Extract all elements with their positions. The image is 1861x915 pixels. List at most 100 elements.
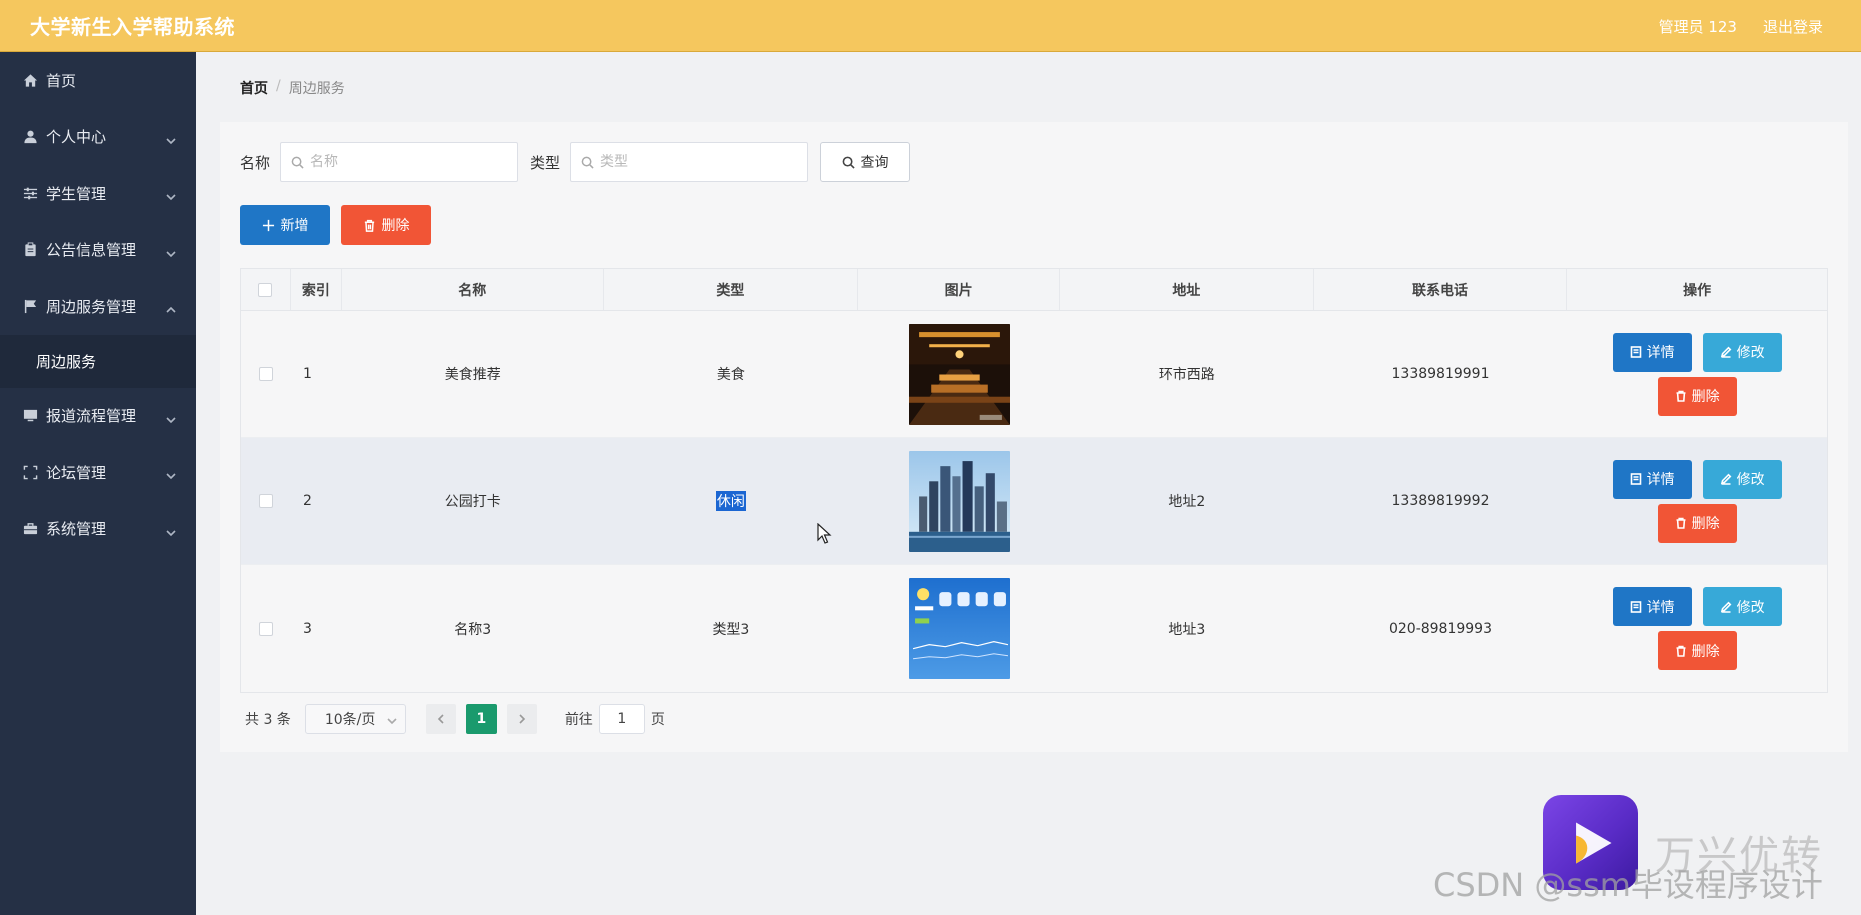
sidebar-item-label: 首页: [46, 71, 77, 90]
row-delete-button[interactable]: 删除: [1657, 376, 1737, 416]
row-type: 休闲: [715, 491, 746, 511]
breadcrumb-home[interactable]: 首页: [240, 78, 268, 98]
type-search-input[interactable]: [600, 154, 791, 170]
chevron-down-icon: [166, 411, 176, 423]
row-phone: 13389819992: [1391, 493, 1490, 509]
home-icon: [22, 72, 38, 88]
page-unit-label: 页: [650, 712, 665, 728]
toolbox-icon: [22, 521, 38, 537]
name-search-input[interactable]: [310, 154, 501, 170]
column-header-image: 图片: [858, 269, 1060, 310]
detail-button-label: 详情: [1646, 599, 1675, 616]
skyline-thumbnail: [908, 450, 1010, 552]
row-image-cell: [858, 565, 1060, 692]
type-search-box[interactable]: [570, 142, 809, 182]
sidebar: 首页 个人中心 学生管理 公告信息管理 周边服务管理 周边服务 报道流程管理 论…: [0, 52, 196, 915]
column-header-type: 类型: [604, 269, 859, 310]
row-delete-button[interactable]: 删除: [1657, 631, 1737, 670]
add-button-label: 新增: [280, 218, 309, 234]
row-delete-label: 删除: [1691, 516, 1720, 532]
detail-button[interactable]: 详情: [1612, 332, 1692, 372]
service-table: 索引 名称 类型 图片 地址 联系电话 操作 1 美食推荐 美食 环市西路 13…: [240, 268, 1828, 693]
chevron-left-icon: [437, 714, 444, 724]
search-icon: [842, 156, 855, 169]
add-button[interactable]: 新增: [240, 205, 330, 245]
header-right: 管理员 123 退出登录: [1659, 0, 1823, 52]
chevron-down-icon: [166, 467, 176, 480]
table-header: 索引 名称 类型 图片 地址 联系电话 操作: [241, 269, 1827, 311]
edit-button[interactable]: 修改: [1702, 587, 1782, 626]
edit-button[interactable]: 修改: [1702, 459, 1782, 499]
mouse-cursor-icon: [817, 523, 832, 544]
monitor-icon: [22, 408, 38, 424]
total-count: 共 3 条: [245, 712, 291, 728]
row-delete-label: 删除: [1691, 389, 1720, 405]
sidebar-item-label: 公告信息管理: [46, 241, 137, 260]
sliders-icon: [22, 185, 38, 201]
column-header-name: 名称: [342, 269, 604, 310]
edit-button-label: 修改: [1736, 599, 1765, 616]
row-type-cell: 休闲: [604, 438, 859, 564]
row-name: 美食推荐: [444, 367, 501, 383]
page-number-current[interactable]: 1: [465, 704, 497, 734]
name-label: 名称: [240, 153, 271, 172]
type-label: 类型: [530, 153, 561, 172]
batch-delete-button[interactable]: 删除: [341, 205, 431, 245]
table-row: 1 美食推荐 美食 环市西路 13389819991 详情 修改 删除: [241, 311, 1827, 438]
plus-icon: [262, 219, 274, 231]
sidebar-item-report-process-management[interactable]: 报道流程管理: [0, 388, 196, 445]
row-image-cell: [858, 311, 1060, 437]
logout-link[interactable]: 退出登录: [1763, 16, 1823, 37]
name-search-box[interactable]: [280, 142, 519, 182]
row-checkbox[interactable]: [258, 494, 273, 508]
sidebar-item-student-management[interactable]: 学生管理: [0, 165, 196, 222]
sidebar-item-nearby-service-management[interactable]: 周边服务管理: [0, 278, 196, 335]
sidebar-subitem-nearby-service[interactable]: 周边服务: [0, 334, 196, 388]
detail-button-label: 详情: [1646, 345, 1675, 361]
row-actions: 详情 修改 删除: [1567, 565, 1827, 692]
sidebar-subitem-label: 周边服务: [36, 352, 97, 371]
sidebar-item-personal-center[interactable]: 个人中心: [0, 109, 196, 166]
select-all-checkbox[interactable]: [258, 282, 273, 297]
row-index: 2: [302, 493, 312, 509]
trash-icon: [1676, 645, 1686, 657]
row-name: 名称3: [454, 621, 492, 638]
row-delete-label: 删除: [1691, 643, 1720, 660]
breadcrumb-current: 周边服务: [288, 81, 345, 97]
current-user: 管理员 123: [1658, 17, 1737, 36]
column-header-actions: 操作: [1683, 282, 1712, 299]
search-bar: 名称 类型 查询: [240, 142, 911, 182]
prev-page-button[interactable]: [425, 704, 456, 734]
row-delete-button[interactable]: 删除: [1657, 503, 1737, 543]
column-header-address: 地址: [1060, 269, 1314, 310]
goto-page-input[interactable]: 1: [598, 704, 645, 734]
edit-button[interactable]: 修改: [1702, 332, 1782, 372]
breadcrumb-separator: /: [276, 78, 281, 94]
table-row: 2 公园打卡 休闲 地址2 13389819992 详情 修改 删除: [241, 438, 1827, 565]
detail-button[interactable]: 详情: [1612, 459, 1692, 499]
sidebar-item-label: 个人中心: [46, 128, 107, 147]
sidebar-item-notice-management[interactable]: 公告信息管理: [0, 222, 196, 279]
chevron-right-icon: [519, 714, 525, 724]
row-index: 1: [302, 366, 312, 382]
chevron-down-icon: [166, 524, 176, 536]
column-header-index: 索引: [291, 269, 342, 310]
row-checkbox[interactable]: [258, 367, 273, 381]
sidebar-item-home[interactable]: 首页: [0, 52, 196, 109]
row-image-cell: [858, 438, 1060, 564]
page-size-select[interactable]: 10条/页: [304, 704, 406, 734]
query-button[interactable]: 查询: [820, 142, 911, 182]
edit-button-label: 修改: [1736, 472, 1765, 488]
trash-icon: [1676, 390, 1686, 402]
document-icon: [1630, 600, 1641, 613]
chevron-down-icon: [166, 245, 176, 257]
next-page-button[interactable]: [506, 704, 537, 734]
weather-app-thumbnail: [908, 578, 1010, 679]
sidebar-item-system-management[interactable]: 系统管理: [0, 501, 196, 558]
trash-icon: [1676, 517, 1686, 529]
delete-button-label: 删除: [381, 218, 410, 234]
sidebar-item-forum-management[interactable]: 论坛管理: [0, 444, 196, 501]
detail-button[interactable]: 详情: [1612, 587, 1692, 626]
pagination: 共 3 条 10条/页 1 前往 1 页: [245, 704, 665, 734]
row-checkbox[interactable]: [258, 621, 273, 636]
